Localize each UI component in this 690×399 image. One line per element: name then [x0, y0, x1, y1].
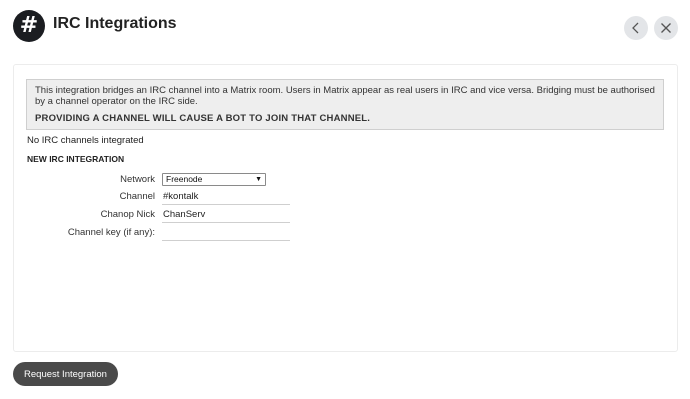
dropdown-caret-icon: ▼	[255, 176, 262, 183]
chevron-left-icon	[632, 22, 639, 34]
irc-logo-icon: #	[13, 10, 45, 42]
notice-warning: PROVIDING A CHANNEL WILL CAUSE A BOT TO …	[35, 113, 371, 124]
status-text: No IRC channels integrated	[27, 135, 144, 146]
channel-key-row: Channel key (if any):	[14, 225, 679, 241]
chanop-input[interactable]: ChanServ	[162, 207, 290, 223]
network-selected-value: Freenode	[166, 174, 203, 184]
request-integration-button[interactable]: Request Integration	[13, 362, 118, 386]
notice-text: This integration bridges an IRC channel …	[35, 85, 655, 107]
back-button[interactable]	[624, 16, 648, 40]
chanop-label: Chanop Nick	[100, 209, 155, 220]
integration-panel: This integration bridges an IRC channel …	[13, 64, 678, 352]
section-title: NEW IRC INTEGRATION	[27, 154, 125, 164]
channel-key-input[interactable]	[162, 225, 290, 241]
channel-key-label: Channel key (if any):	[67, 227, 155, 238]
close-button[interactable]	[654, 16, 678, 40]
chanop-row: Chanop Nick ChanServ	[14, 207, 679, 223]
channel-input[interactable]: #kontalk	[162, 189, 290, 205]
network-label: Network	[120, 174, 155, 185]
close-icon	[661, 23, 671, 33]
page-title: IRC Integrations	[53, 15, 177, 32]
channel-row: Channel #kontalk	[14, 189, 679, 205]
info-notice: This integration bridges an IRC channel …	[26, 79, 664, 130]
channel-label: Channel	[119, 191, 155, 202]
header: # IRC Integrations	[0, 0, 690, 56]
network-row: Network Freenode ▼	[14, 172, 679, 188]
network-select[interactable]: Freenode ▼	[162, 173, 266, 186]
